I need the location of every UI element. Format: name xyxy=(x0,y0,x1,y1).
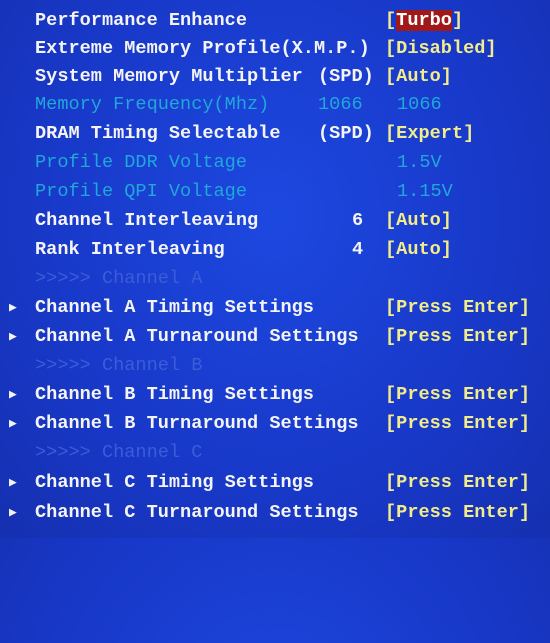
item-value[interactable]: [Press Enter] xyxy=(385,409,530,438)
item-value[interactable]: [Turbo] xyxy=(385,6,463,35)
item-value: 1.15V xyxy=(397,181,453,202)
item-current: 1066 xyxy=(318,94,363,115)
submenu-channel-a-timing[interactable]: ▶ Channel A Timing Settings [Press Enter… xyxy=(0,293,550,322)
menu-item-memory-multiplier[interactable]: System Memory Multiplier (SPD) [Auto] xyxy=(0,62,550,91)
item-label: Performance Enhance xyxy=(35,10,248,31)
submenu-arrow-icon: ▶ xyxy=(9,505,17,520)
bracket-close: ] xyxy=(451,10,464,31)
bracket-open: [ xyxy=(385,10,397,31)
item-label: Channel B Timing Settings xyxy=(35,384,314,405)
item-value: 1066 xyxy=(397,94,442,115)
menu-item-qpi-voltage: Profile QPI Voltage 1.15V xyxy=(0,177,550,206)
item-label: Channel B Turnaround Settings xyxy=(35,413,359,434)
item-value[interactable]: [Auto] xyxy=(385,206,452,235)
section-header-channel-c: >>>>> Channel C xyxy=(0,438,550,467)
item-spd: (SPD) xyxy=(318,123,374,144)
item-current: 4 xyxy=(352,239,364,260)
section-label: >>>>> Channel C xyxy=(35,442,203,463)
item-label: Profile QPI Voltage xyxy=(35,181,248,202)
item-label: Channel Interleaving xyxy=(35,210,259,231)
menu-item-channel-interleaving[interactable]: Channel Interleaving 6 [Auto] xyxy=(0,206,550,235)
submenu-arrow-icon: ▶ xyxy=(9,387,17,402)
selected-value[interactable]: Turbo xyxy=(396,10,452,31)
section-label: >>>>> Channel A xyxy=(35,268,203,289)
submenu-channel-a-turnaround[interactable]: ▶ Channel A Turnaround Settings [Press E… xyxy=(0,322,550,351)
menu-item-xmp[interactable]: Extreme Memory Profile(X.M.P.) [Disabled… xyxy=(0,34,550,63)
menu-item-performance-enhance[interactable]: Performance Enhance [Turbo] xyxy=(0,6,550,35)
item-current: 6 xyxy=(352,210,364,231)
item-value[interactable]: [Press Enter] xyxy=(385,498,530,527)
submenu-arrow-icon: ▶ xyxy=(9,300,17,315)
item-label: Channel A Turnaround Settings xyxy=(35,326,359,347)
item-label: System Memory Multiplier xyxy=(35,66,303,87)
submenu-channel-c-timing[interactable]: ▶ Channel C Timing Settings [Press Enter… xyxy=(0,468,550,497)
item-value: 1.5V xyxy=(397,152,442,173)
item-label: Channel C Timing Settings xyxy=(35,472,314,493)
item-value[interactable]: [Auto] xyxy=(385,235,452,264)
item-label: Extreme Memory Profile(X.M.P.) xyxy=(35,38,370,59)
item-label: DRAM Timing Selectable xyxy=(35,123,281,144)
item-label: Channel C Turnaround Settings xyxy=(35,502,359,523)
item-label: Memory Frequency(Mhz) xyxy=(35,94,270,115)
item-value[interactable]: [Expert] xyxy=(385,119,474,148)
menu-item-dram-timing[interactable]: DRAM Timing Selectable (SPD) [Expert] xyxy=(0,119,550,148)
submenu-arrow-icon: ▶ xyxy=(9,329,17,344)
item-value[interactable]: [Press Enter] xyxy=(385,468,530,497)
submenu-arrow-icon: ▶ xyxy=(9,416,17,431)
item-value[interactable]: [Press Enter] xyxy=(385,322,530,351)
submenu-channel-c-turnaround[interactable]: ▶ Channel C Turnaround Settings [Press E… xyxy=(0,498,550,527)
submenu-channel-b-timing[interactable]: ▶ Channel B Timing Settings [Press Enter… xyxy=(0,380,550,409)
item-value[interactable]: [Disabled] xyxy=(385,34,497,63)
section-header-channel-b: >>>>> Channel B xyxy=(0,351,550,380)
submenu-channel-b-turnaround[interactable]: ▶ Channel B Turnaround Settings [Press E… xyxy=(0,409,550,438)
menu-item-memory-frequency: Memory Frequency(Mhz) 1066 1066 xyxy=(0,90,550,119)
menu-item-ddr-voltage: Profile DDR Voltage 1.5V xyxy=(0,148,550,177)
menu-item-rank-interleaving[interactable]: Rank Interleaving 4 [Auto] xyxy=(0,235,550,264)
section-header-channel-a: >>>>> Channel A xyxy=(0,264,550,293)
item-value[interactable]: [Press Enter] xyxy=(385,380,530,409)
item-value[interactable]: [Press Enter] xyxy=(385,293,530,322)
item-value[interactable]: [Auto] xyxy=(385,62,452,91)
item-label: Channel A Timing Settings xyxy=(35,297,314,318)
item-label: Profile DDR Voltage xyxy=(35,152,248,173)
item-spd: (SPD) xyxy=(318,66,374,87)
submenu-arrow-icon: ▶ xyxy=(9,475,17,490)
item-label: Rank Interleaving xyxy=(35,239,225,260)
section-label: >>>>> Channel B xyxy=(35,355,203,376)
